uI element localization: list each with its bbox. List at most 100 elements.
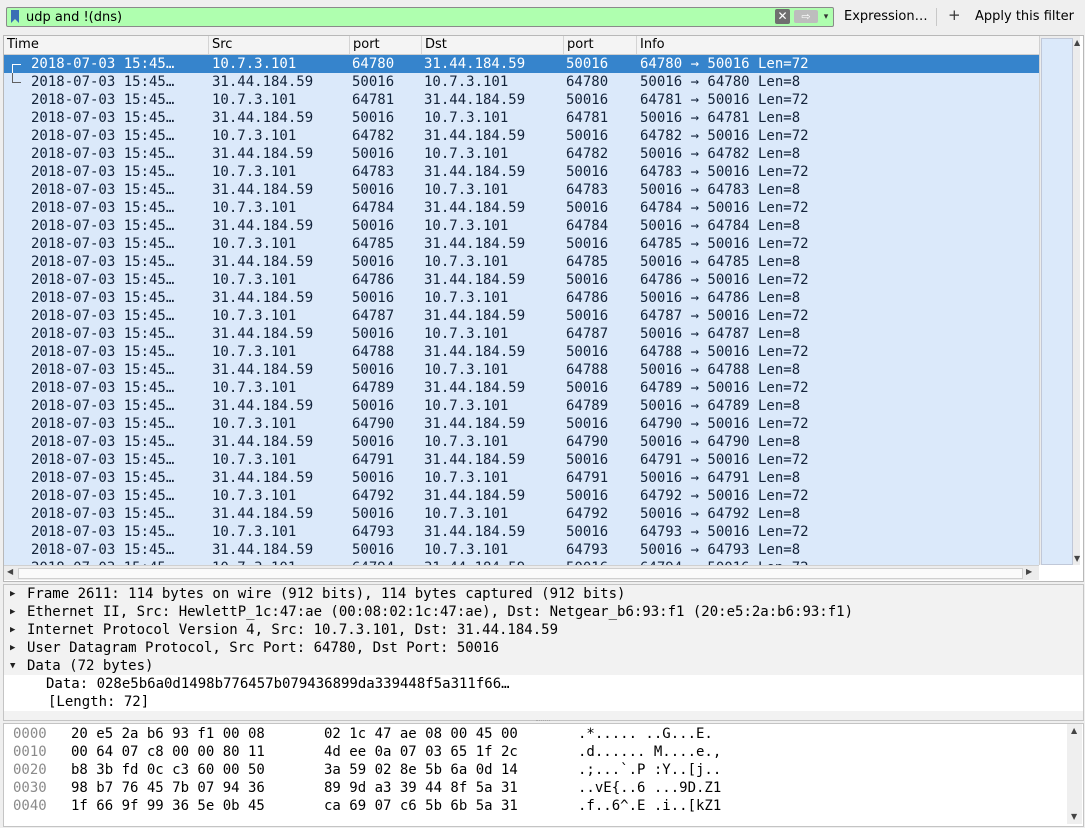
column-header-dst-port[interactable]: port — [564, 36, 637, 54]
detail-tree-item[interactable]: ▶ Ethernet II, Src: HewlettP_1c:47:ae (00… — [4, 603, 1083, 621]
hex-dump-row[interactable]: 0040 1f 66 9f 99 36 5e 0b 45 ca 69 07 c6 5… — [4, 797, 1064, 815]
clear-filter-icon[interactable]: ✕ — [775, 9, 790, 24]
packet-row[interactable]: 2018-07-03 15:45… 31.44.184.59 50016 10.7.3… — [4, 217, 1039, 235]
add-filter-button-icon[interactable]: + — [948, 6, 961, 24]
scroll-up-icon[interactable]: ▲ — [1071, 726, 1077, 735]
packet-row[interactable]: 2018-07-03 15:45… 10.7.3.101 64788 31.44.18… — [4, 343, 1039, 361]
packet-row[interactable]: 2018-07-03 15:45… 10.7.3.101 64786 31.44.18… — [4, 271, 1039, 289]
packet-list-horizontal-scrollbar[interactable]: ◀ ▶ — [4, 565, 1039, 580]
cell-info: 64785 → 50016 Len=72 — [640, 236, 809, 252]
packet-bytes-pane: 0000 20 e5 2a b6 93 f1 00 08 02 1c 47 ae 0… — [3, 723, 1084, 827]
packet-row[interactable]: 2018-07-03 15:45… 31.44.184.59 50016 10.7.3… — [4, 73, 1039, 91]
collapsed-arrow-icon[interactable]: ▶ — [10, 585, 20, 603]
packet-row[interactable]: 2018-07-03 15:45… 10.7.3.101 64782 31.44.18… — [4, 127, 1039, 145]
packet-row[interactable]: 2018-07-03 15:45… 31.44.184.59 50016 10.7.3… — [4, 397, 1039, 415]
detail-tree-item[interactable]: ▶ Internet Protocol Version 4, Src: 10.7.… — [4, 621, 1083, 639]
cell-info: 50016 → 64780 Len=8 — [640, 74, 801, 90]
expanded-arrow-icon[interactable]: ▼ — [10, 657, 20, 675]
cell-sport: 50016 — [352, 74, 395, 90]
packet-row[interactable]: 2018-07-03 15:45… 10.7.3.101 64784 31.44.18… — [4, 199, 1039, 217]
packet-row[interactable]: 2018-07-03 15:45… 10.7.3.101 64792 31.44.18… — [4, 487, 1039, 505]
hex-offset: 0030 — [13, 780, 47, 796]
column-header-src[interactable]: Src — [209, 36, 350, 54]
packet-row[interactable]: 2018-07-03 15:45… 10.7.3.101 64789 31.44.18… — [4, 379, 1039, 397]
column-header-info[interactable]: Info — [637, 36, 1039, 54]
cell-src: 10.7.3.101 — [212, 380, 297, 396]
cell-time: 2018-07-03 15:45… — [31, 326, 175, 342]
bytes-vertical-scrollbar[interactable]: ▲ ▼ — [1067, 724, 1082, 824]
packet-row[interactable]: 2018-07-03 15:45… 31.44.184.59 50016 10.7.3… — [4, 145, 1039, 163]
cell-dport: 50016 — [566, 56, 609, 72]
packet-row[interactable]: 2018-07-03 15:45… 31.44.184.59 50016 10.7.3… — [4, 361, 1039, 379]
detail-tree-item[interactable]: ▶ Frame 2611: 114 bytes on wire (912 bits… — [4, 585, 1083, 603]
scroll-left-icon[interactable]: ◀ — [7, 567, 13, 576]
cell-info: 64790 → 50016 Len=72 — [640, 416, 809, 432]
column-header-time[interactable]: Time — [4, 36, 209, 54]
length-field[interactable]: [Length: 72] — [48, 693, 149, 711]
scroll-down-icon[interactable]: ▼ — [1074, 554, 1080, 563]
cell-info: 50016 → 64782 Len=8 — [640, 146, 801, 162]
scrollbar-thumb[interactable] — [1041, 38, 1073, 565]
packet-row[interactable]: 2018-07-03 15:45… 31.44.184.59 50016 10.7.3… — [4, 433, 1039, 451]
expression-button[interactable]: Expression… — [844, 9, 928, 24]
detail-tree-item[interactable]: ▶ User Datagram Protocol, Src Port: 64780… — [4, 639, 1083, 657]
packet-row[interactable]: 2018-07-03 15:45… 31.44.184.59 50016 10.7.3… — [4, 469, 1039, 487]
cell-sport: 50016 — [352, 254, 395, 270]
packet-row[interactable]: 2018-07-03 15:45… 31.44.184.59 50016 10.7.3… — [4, 541, 1039, 559]
cell-sport: 50016 — [352, 506, 395, 522]
data-field[interactable]: Data: 028e5b6a0d1498b776457b079436899da3… — [46, 675, 510, 693]
cell-src: 31.44.184.59 — [212, 362, 314, 378]
scroll-right-icon[interactable]: ▶ — [1026, 567, 1032, 576]
apply-arrow-icon[interactable]: ⇨ — [794, 10, 818, 23]
packet-row[interactable]: 2018-07-03 15:45… 10.7.3.101 64783 31.44.18… — [4, 163, 1039, 181]
packet-row[interactable]: 2018-07-03 15:45… 10.7.3.101 64791 31.44.18… — [4, 451, 1039, 469]
cell-info: 64793 → 50016 Len=72 — [640, 524, 809, 540]
hex-dump-row[interactable]: 0000 20 e5 2a b6 93 f1 00 08 02 1c 47 ae 0… — [4, 725, 1064, 743]
bookmark-icon[interactable] — [11, 10, 19, 23]
collapsed-arrow-icon[interactable]: ▶ — [10, 621, 20, 639]
cell-time: 2018-07-03 15:45… — [31, 416, 175, 432]
collapsed-arrow-icon[interactable]: ▶ — [10, 603, 20, 621]
column-header-dst[interactable]: Dst — [422, 36, 564, 54]
packet-row[interactable]: 2018-07-03 15:45… 10.7.3.101 64781 31.44.18… — [4, 91, 1039, 109]
packet-row[interactable]: 2018-07-03 15:45… 31.44.184.59 50016 10.7.3… — [4, 289, 1039, 307]
cell-info: 50016 → 64785 Len=8 — [640, 254, 801, 270]
detail-tree-item[interactable]: ▼ Data (72 bytes) — [4, 657, 1083, 675]
collapsed-arrow-icon[interactable]: ▶ — [10, 639, 20, 657]
apply-filter-button[interactable]: Apply this filter — [975, 9, 1074, 24]
scroll-up-icon[interactable]: ▲ — [1074, 38, 1080, 47]
column-header-src-port[interactable]: port — [350, 36, 422, 54]
chevron-down-icon[interactable]: ▾ — [821, 8, 831, 26]
cell-time: 2018-07-03 15:45… — [31, 470, 175, 486]
scrollbar-thumb[interactable] — [18, 568, 1023, 579]
cell-dst: 31.44.184.59 — [424, 308, 526, 324]
packet-row[interactable]: 2018-07-03 15:45… 10.7.3.101 64785 31.44.18… — [4, 235, 1039, 253]
cell-dport: 64790 — [566, 434, 609, 450]
packet-row[interactable]: 2018-07-03 15:45… 31.44.184.59 50016 10.7.3… — [4, 325, 1039, 343]
packet-list-vertical-scrollbar[interactable]: ▲ ▼ — [1039, 36, 1080, 565]
packet-row[interactable]: 2018-07-03 15:45… 10.7.3.101 64780 31.44.18… — [4, 55, 1039, 74]
cell-time: 2018-07-03 15:45… — [31, 290, 175, 306]
cell-sport: 64792 — [352, 488, 395, 504]
display-filter-box[interactable]: ✕ ⇨ ▾ — [6, 7, 834, 27]
display-filter-input[interactable] — [26, 8, 766, 26]
cell-src: 31.44.184.59 — [212, 74, 314, 90]
cell-info: 64787 → 50016 Len=72 — [640, 308, 809, 324]
packet-row[interactable]: 2018-07-03 15:45… 10.7.3.101 64793 31.44.18… — [4, 523, 1039, 541]
scroll-down-icon[interactable]: ▼ — [1071, 812, 1077, 821]
hex-dump-row[interactable]: 0010 00 64 07 c8 00 00 80 11 4d ee 0a 07 0… — [4, 743, 1064, 761]
cell-src: 31.44.184.59 — [212, 398, 314, 414]
cell-sport: 64784 — [352, 200, 395, 216]
cell-sport: 50016 — [352, 146, 395, 162]
cell-dst: 10.7.3.101 — [424, 542, 509, 558]
hex-dump-row[interactable]: 0030 98 b7 76 45 7b 07 94 36 89 9d a3 39 4… — [4, 779, 1064, 797]
packet-row[interactable]: 2018-07-03 15:45… 10.7.3.101 64787 31.44.18… — [4, 307, 1039, 325]
packet-row[interactable]: 2018-07-03 15:45… 31.44.184.59 50016 10.7.3… — [4, 505, 1039, 523]
packet-row[interactable]: 2018-07-03 15:45… 31.44.184.59 50016 10.7.3… — [4, 181, 1039, 199]
packet-row[interactable]: 2018-07-03 15:45… 10.7.3.101 64790 31.44.18… — [4, 415, 1039, 433]
packet-row[interactable]: 2018-07-03 15:45… 31.44.184.59 50016 10.7.3… — [4, 253, 1039, 271]
cell-src: 10.7.3.101 — [212, 56, 297, 72]
hex-dump-row[interactable]: 0020 b8 3b fd 0c c3 60 00 50 3a 59 02 8e 5… — [4, 761, 1064, 779]
packet-row[interactable]: 2018-07-03 15:45… 31.44.184.59 50016 10.7.3… — [4, 109, 1039, 127]
hex-offset: 0000 — [13, 726, 47, 742]
